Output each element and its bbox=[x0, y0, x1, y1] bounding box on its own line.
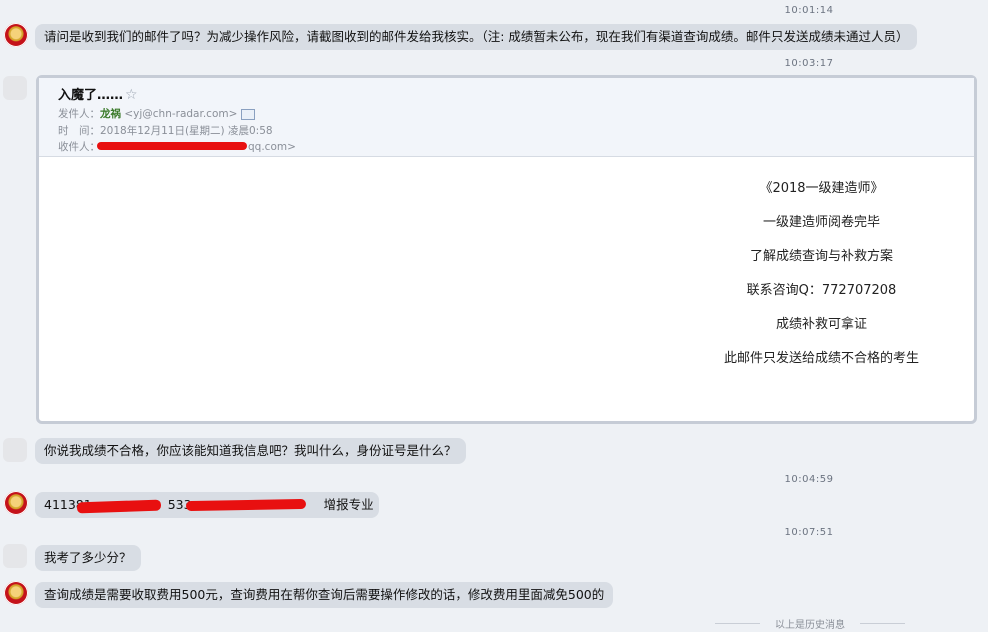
email-subject: 入魔了…… ☆ bbox=[58, 87, 138, 103]
timestamp: 10:03:17 bbox=[784, 58, 834, 69]
email-body-line: 一级建造师阅卷完毕 bbox=[762, 215, 880, 230]
contact-card-icon[interactable] bbox=[241, 108, 256, 120]
email-body-line: 联系咨询Q：772707208 bbox=[746, 283, 897, 298]
user-avatar[interactable] bbox=[3, 76, 27, 100]
emblem-avatar[interactable] bbox=[4, 491, 28, 515]
star-icon[interactable]: ☆ bbox=[125, 87, 138, 103]
email-body-line: 成绩补救可拿证 bbox=[775, 317, 867, 332]
email-body-line: 《2018一级建造师》 bbox=[759, 181, 884, 196]
email-time: 时 间：2018年12月11日(星期二) 凌晨0:58 bbox=[58, 125, 273, 137]
redaction-mark bbox=[185, 498, 307, 512]
message-bubble: 请问是收到我们的邮件了吗？为减少操作风险，请截图收到的邮件发给我核实。（注: 成… bbox=[35, 24, 918, 50]
email-screenshot: 入魔了…… ☆ 发件人：龙祸 <yj@chn-radar.com> 时 间：201… bbox=[36, 75, 977, 424]
history-divider: 以上是历史消息 bbox=[715, 616, 905, 631]
redaction-mark bbox=[97, 142, 247, 150]
email-header: 入魔了…… ☆ 发件人：龙祸 <yj@chn-radar.com> 时 间：201… bbox=[39, 78, 974, 157]
message-bubble: 我考了多少分？ bbox=[35, 545, 141, 571]
message-bubble: 查询成绩是需要收取费用500元，查询费用在帮你查询后需要操作修改的话，修改费用里… bbox=[35, 582, 614, 608]
user-avatar[interactable] bbox=[3, 438, 27, 462]
timestamp: 10:01:14 bbox=[784, 5, 834, 16]
timestamp: 10:04:59 bbox=[784, 474, 834, 485]
user-avatar[interactable] bbox=[3, 544, 27, 568]
email-from: 发件人：龙祸 <yj@chn-radar.com> bbox=[58, 106, 256, 121]
email-body-line: 此邮件只发送给成绩不合格的考生 bbox=[723, 351, 919, 366]
email-body-line: 了解成绩查询与补救方案 bbox=[749, 249, 893, 264]
emblem-avatar[interactable] bbox=[4, 581, 28, 605]
timestamp: 10:07:51 bbox=[784, 527, 834, 538]
emblem-avatar[interactable] bbox=[4, 23, 28, 47]
message-bubble: 你说我成绩不合格，你应该能知道我信息吧？我叫什么，身份证号是什么？ bbox=[35, 438, 466, 464]
